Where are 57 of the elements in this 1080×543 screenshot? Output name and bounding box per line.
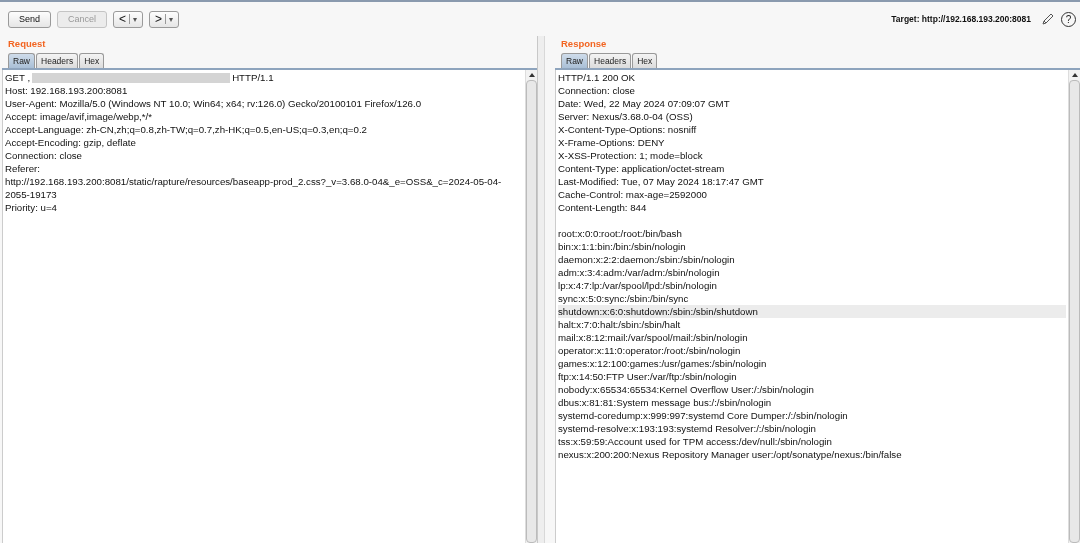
scrollbar[interactable] (525, 70, 537, 543)
response-line: X-Frame-Options: DENY (558, 136, 666, 149)
request-line: http://192.168.193.200:8081/static/rapture/resources/baseapp-prod_2.css?_v=3.68.0-04&_e=OSS&_c=2024-05-04- (5, 175, 503, 188)
response-line: lp:x:4:7:lp:/var/spool/lpd:/sbin/nologin (558, 279, 718, 292)
response-line: tss:x:59:59:Account used for TPM access:/dev/null:/sbin/nologin (558, 435, 833, 448)
scrollbar[interactable] (1068, 70, 1080, 543)
view-tab[interactable]: Headers (36, 53, 79, 68)
response-line: Last-Modified: Tue, 07 May 2024 18:17:47 GMT (558, 175, 765, 188)
request-line: User-Agent: Mozilla/5.0 (Windows NT 10.0; Win64; x64; rv:126.0) Gecko/20100101 Firefox/126.0 (5, 97, 423, 110)
pencil-icon[interactable] (1041, 12, 1055, 26)
http-version: HTTP/1.1 (232, 72, 274, 83)
view-tab[interactable]: Raw (561, 53, 588, 68)
request-line: 2055-19173 (5, 188, 58, 201)
view-tab[interactable]: Raw (8, 53, 35, 68)
request-line: Referer: (5, 162, 41, 175)
view-tab[interactable]: Headers (589, 53, 632, 68)
target-label: Target: http://192.168.193.200:8081 (891, 14, 1031, 24)
view-tab[interactable]: Hex (79, 53, 105, 68)
response-line: sync:x:5:0:sync:/sbin:/bin/sync (558, 292, 690, 305)
request-method: GET , (5, 72, 31, 83)
response-line: Connection: close (558, 84, 636, 97)
toolbar-button[interactable]: Send (8, 10, 52, 28)
response-line: bin:x:1:1:bin:/bin:/sbin/nologin (558, 240, 687, 253)
request-line: Connection: close (5, 149, 83, 162)
response-line: nexus:x:200:200:Nexus Repository Manager user:/opt/sonatype/nexus:/bin/false (558, 448, 903, 461)
response-line: root:x:0:0:root:/root:/bin/bash (558, 227, 683, 240)
request-line: Accept: image/avif,image/webp,*/* (5, 110, 153, 123)
response-line: halt:x:7:0:halt:/sbin:/sbin/halt (558, 318, 682, 331)
response-line: nobody:x:65534:65534:Kernel Overflow User:/:/sbin/nologin (558, 383, 815, 396)
response-line: games:x:12:100:games:/usr/games:/sbin/nologin (558, 357, 768, 370)
request-line: Accept-Encoding: gzip, deflate (5, 136, 137, 149)
response-line: Server: Nexus/3.68.0-04 (OSS) (558, 110, 694, 123)
response-line: HTTP/1.1 200 OK (558, 71, 636, 84)
request-line: Accept-Language: zh-CN,zh;q=0.8,zh-TW;q=0.7,zh-HK;q=0.5,en-US;q=0.3,en;q=0.2 (5, 123, 368, 136)
response-line: X-XSS-Protection: 1; mode=block (558, 149, 704, 162)
request-line: Priority: u=4 (5, 201, 58, 214)
pane-title: Request (7, 37, 47, 51)
response-line: ftp:x:14:50:FTP User:/var/ftp:/sbin/nologin (558, 370, 738, 383)
response-line: Content-Length: 844 (558, 201, 648, 214)
response-line: Cache-Control: max-age=2592000 (558, 188, 708, 201)
history-button[interactable]: > ▾ (149, 10, 180, 28)
response-line: dbus:x:81:81:System message bus:/:/sbin/nologin (558, 396, 773, 409)
response-line: operator:x:11:0:operator:/root:/sbin/nologin (558, 344, 742, 357)
response-editor[interactable] (555, 70, 1080, 543)
response-line: adm:x:3:4:adm:/var/adm:/sbin/nologin (558, 266, 721, 279)
request-editor[interactable] (2, 70, 537, 543)
response-line: X-Content-Type-Options: nosniff (558, 123, 698, 136)
response-line: systemd-coredump:x:999:997:systemd Core Dumper:/:/sbin/nologin (558, 409, 849, 422)
request-line: Host: 192.168.193.200:8081 (5, 84, 129, 97)
response-line: daemon:x:2:2:daemon:/sbin:/sbin/nologin (558, 253, 736, 266)
history-button[interactable]: < ▾ (113, 10, 144, 28)
view-tab[interactable]: Hex (632, 53, 658, 68)
response-line: mail:x:8:12:mail:/var/spool/mail:/sbin/nologin (558, 331, 749, 344)
response-line: Date: Wed, 22 May 2024 07:09:07 GMT (558, 97, 731, 110)
response-line: Content-Type: application/octet-stream (558, 162, 726, 175)
pane-title: Response (560, 37, 608, 51)
response-line: systemd-resolve:x:193:193:systemd Resolver:/:/sbin/nologin (558, 422, 817, 435)
